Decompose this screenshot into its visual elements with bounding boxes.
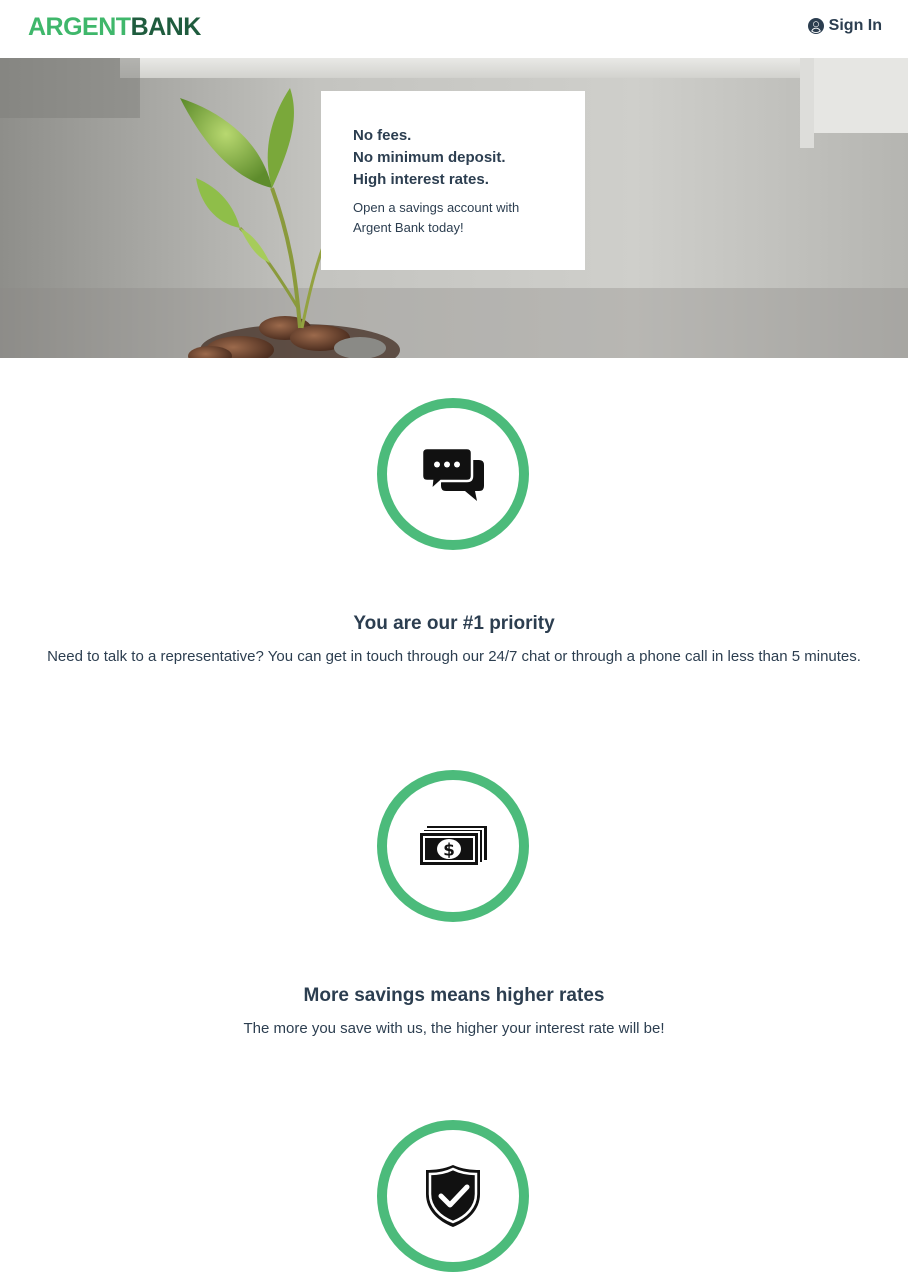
user-circle-icon — [807, 18, 824, 34]
feature-text-savings: The more you save with us, the higher yo… — [243, 1020, 665, 1037]
logo-text-bank: BANK — [130, 13, 202, 41]
logo-text-argent: ARGENT — [28, 13, 131, 41]
svg-text:$: $ — [443, 841, 455, 861]
feature-icon-circle-money: $ — [377, 770, 529, 922]
main-nav: ARGENTBANK Sign In — [0, 0, 908, 58]
hero-content-card: No fees. No minimum deposit. High intere… — [321, 91, 585, 270]
argent-bank-logo[interactable]: ARGENTBANK — [28, 13, 201, 41]
money-icon: $ — [418, 826, 487, 867]
hero-banner: No fees. No minimum deposit. High intere… — [0, 58, 908, 358]
chat-icon — [421, 446, 484, 501]
hero-subtitle-high-rates: High interest rates. — [353, 171, 489, 188]
feature-title-savings: More savings means higher rates — [303, 985, 605, 1006]
sign-in-label: Sign In — [828, 17, 882, 34]
feature-icon-circle-security — [377, 1120, 529, 1272]
hero-text: Open a savings account with Argent Bank … — [353, 200, 520, 235]
feature-text-priority: Need to talk to a representative? You ca… — [47, 648, 861, 665]
security-shield-icon — [426, 1165, 480, 1227]
hero-subtitle-no-fees: No fees. — [353, 127, 412, 144]
feature-icon-circle-chat — [377, 398, 529, 550]
feature-title-priority: You are our #1 priority — [353, 613, 555, 634]
hero-subtitle-no-minimum: No minimum deposit. — [353, 149, 506, 166]
sign-in-link[interactable]: Sign In — [807, 15, 882, 37]
